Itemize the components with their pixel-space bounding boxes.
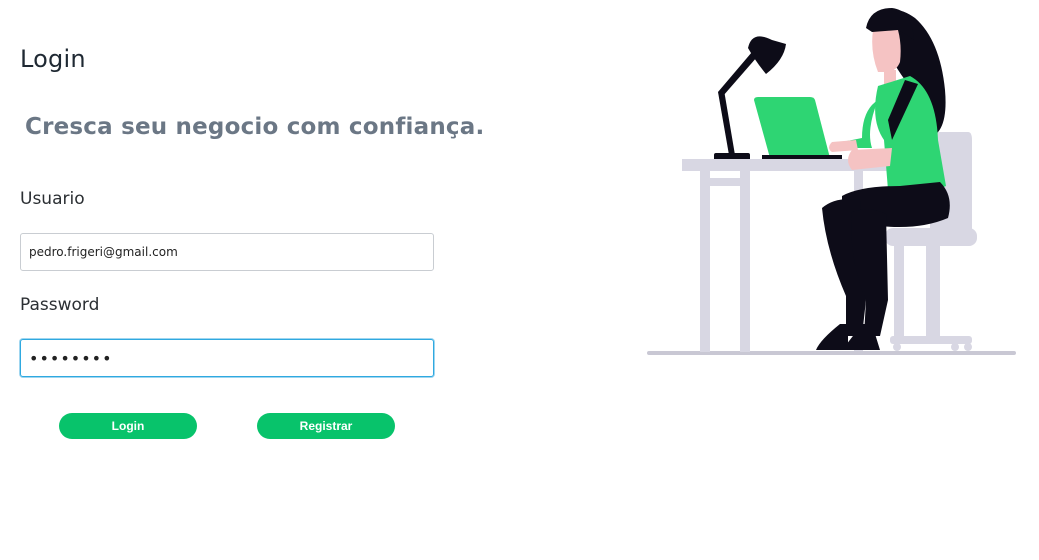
woman-at-laptop-illustration [647,8,1016,355]
page-subtitle: Cresca seu negocio com confiança. [25,114,485,140]
laptop [754,97,842,159]
user-label: Usuario [20,189,85,209]
password-label: Password [20,295,100,315]
register-button[interactable]: Registrar [257,413,395,439]
user-input[interactable] [20,233,434,271]
page-title: Login [20,45,86,73]
login-button[interactable]: Login [59,413,197,439]
password-input[interactable] [20,339,434,377]
